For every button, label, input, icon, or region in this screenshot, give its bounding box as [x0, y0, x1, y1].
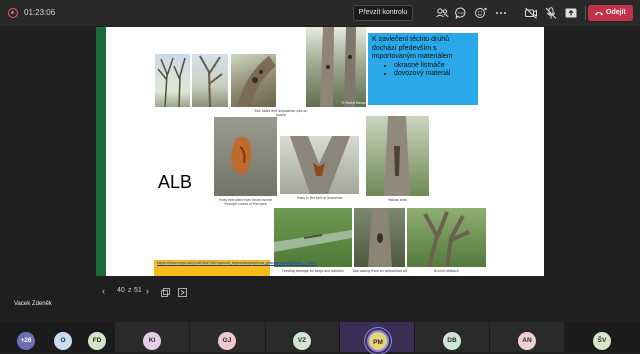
caption-exit-holes: Exit holes and oviposition pits on maple — [254, 109, 308, 117]
caption-hollow-bark: Hollow bark — [388, 198, 407, 202]
hang-up-icon — [595, 12, 603, 16]
avatar[interactable]: O — [54, 332, 72, 350]
toolbar-divider — [585, 6, 586, 20]
participant-tile: AN — [490, 322, 564, 352]
microphone-off-icon[interactable] — [544, 6, 558, 20]
avatar[interactable]: VZ — [293, 332, 311, 350]
avatar[interactable]: ŠV — [593, 332, 611, 350]
sync-slide-icon[interactable] — [178, 288, 187, 299]
slide-intro-text: K zavlečení těchto druhů dochází předevš… — [372, 36, 453, 60]
photo-tree-branches — [192, 54, 228, 107]
recording-icon — [8, 8, 18, 18]
reactions-icon[interactable] — [474, 6, 488, 20]
more-options-icon[interactable] — [494, 6, 508, 20]
meeting-toolbar: 01:23:06 Převzít kontrolu Odejít — [0, 0, 640, 26]
photo-trunk-damage — [306, 27, 366, 107]
photo-sap-oozing — [354, 208, 405, 267]
participant-tile: ŠV — [565, 322, 640, 352]
participant-tile: FD — [84, 322, 114, 352]
photo-feeding-damage — [274, 208, 352, 267]
slide-sorter-icon[interactable] — [161, 288, 170, 299]
overflow-count-avatar[interactable]: +26 — [17, 332, 35, 350]
avatar[interactable]: DB — [443, 332, 461, 350]
shared-slide: Exit holes and oviposition pits on maple… — [96, 27, 544, 276]
eppo-link[interactable]: https://www.eppo.int/QUARANTINE/special_… — [154, 260, 316, 276]
caption-frass-extruded: Frass extruded from larval tunnel throug… — [218, 198, 273, 206]
participant-tile: DB — [415, 322, 489, 352]
slide-text-box: K zavlečení těchto druhů dochází předevš… — [368, 33, 478, 105]
previous-slide-icon[interactable]: ‹ — [102, 286, 105, 296]
photo-tree-canopy — [155, 54, 190, 107]
caption-branch-dieback: Branch dieback — [434, 269, 459, 273]
avatar[interactable]: FD — [88, 332, 106, 350]
leave-label: Odejít — [606, 9, 626, 16]
photo-branch-dieback — [407, 208, 486, 267]
share-screen-icon[interactable] — [564, 6, 578, 20]
photo-hollow-bark — [366, 116, 429, 196]
caption-credit: © Forest Research — [341, 101, 371, 105]
take-control-button[interactable]: Převzít kontrolu — [353, 5, 413, 21]
participant-tile: VZ — [266, 322, 339, 352]
current-slide-number: 40 — [117, 287, 125, 294]
next-slide-icon[interactable]: › — [146, 286, 149, 296]
participant-tile-speaking: PM — [340, 322, 414, 352]
chat-icon[interactable] — [454, 6, 468, 20]
slide-accent-bar — [96, 27, 106, 276]
photo-frass-fork — [280, 136, 359, 194]
total-slides: 51 — [134, 287, 142, 294]
caption-sap-oozing: Sap oozing from an oviposition pit — [352, 269, 408, 273]
participant-tile: KI — [115, 322, 189, 352]
slide-title-alb: ALB — [158, 172, 193, 192]
participant-tile: GJ — [190, 322, 265, 352]
participant-tile-overflow: +26 — [0, 322, 42, 352]
participants-icon[interactable] — [435, 6, 449, 20]
bullet-item: dovozový materiál — [394, 70, 474, 79]
photo-exit-holes — [231, 54, 276, 107]
avatar[interactable]: GJ — [218, 332, 236, 350]
participant-tile: O — [42, 322, 84, 352]
caption-feeding-damage: Feeding damage on twigs and petioles — [282, 269, 344, 273]
avatar[interactable]: KI — [143, 332, 161, 350]
participant-strip: +26 O FD KI GJ VZ PM DB AN ŠV — [0, 322, 640, 352]
avatar[interactable]: AN — [518, 332, 536, 350]
presenter-name: Vacek Zdeněk — [14, 301, 52, 307]
speaking-avatar[interactable]: PM — [367, 330, 389, 352]
page-separator: z — [128, 287, 132, 294]
photo-frass-extruded — [214, 117, 277, 196]
bullet-item: okrasné listnáče — [394, 62, 474, 71]
leave-button[interactable]: Odejít — [588, 5, 633, 21]
caption-frass-fork: Frass in the fork of branches — [296, 196, 343, 200]
meeting-timer: 01:23:06 — [24, 8, 56, 17]
camera-off-icon[interactable] — [524, 6, 538, 20]
